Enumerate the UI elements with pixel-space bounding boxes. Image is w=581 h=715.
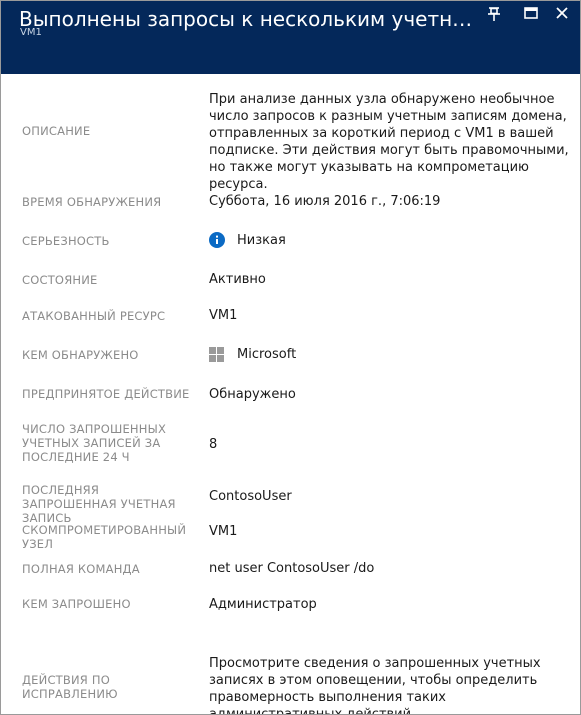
full-command-value: net user ContosoUser /do <box>209 561 375 576</box>
pin-button[interactable] <box>483 3 505 25</box>
action-taken-value: Обнаружено <box>209 387 296 402</box>
pin-icon <box>488 7 500 21</box>
maximize-button[interactable] <box>520 3 542 25</box>
full-command-label: ПОЛНАЯ КОМАНДА <box>22 562 140 576</box>
detection-time-label: ВРЕМЯ ОБНАРУЖЕНИЯ <box>22 195 162 209</box>
detection-time-value: Суббота, 16 июля 2016 г., 7:06:19 <box>209 194 441 209</box>
queried-accounts-count-label: ЧИСЛО ЗАПРОШЕННЫХ УЧЕТНЫХ ЗАПИСЕЙ ЗА ПОС… <box>22 422 167 464</box>
state-label: СОСТОЯНИЕ <box>22 273 98 287</box>
remediation-value: Просмотрите сведения о запрошенных учетн… <box>209 656 541 715</box>
close-icon <box>556 7 568 19</box>
blade-header: Выполнены запросы к нескольким учетным з… <box>1 1 580 74</box>
compromised-host-value: VM1 <box>209 524 238 539</box>
maximize-icon <box>524 7 538 19</box>
remediation-label: ДЕЙСТВИЯ ПО ИСПРАВЛЕНИЮ <box>22 673 118 701</box>
description-label: ОПИСАНИЕ <box>22 124 91 138</box>
action-taken-label: ПРЕДПРИНЯТОЕ ДЕЙСТВИЕ <box>22 387 190 401</box>
queried-accounts-count-value: 8 <box>209 437 218 452</box>
requested-by-value: Администратор <box>209 597 317 612</box>
detected-by-label: КЕМ ОБНАРУЖЕНО <box>22 348 139 362</box>
severity-label: СЕРЬЕЗНОСТЬ <box>22 234 110 248</box>
info-icon <box>209 232 225 248</box>
requested-by-label: КЕМ ЗАПРОШЕНО <box>22 597 131 611</box>
detected-by-value: Microsoft <box>237 347 297 362</box>
windows-logo-icon <box>209 347 224 362</box>
last-queried-account-value: ContosoUser <box>209 489 292 504</box>
state-value: Активно <box>209 272 266 287</box>
compromised-host-label: СКОМПРОМЕТИРОВАННЫЙ УЗЕЛ <box>22 523 187 551</box>
close-button[interactable] <box>551 3 573 25</box>
blade-subtitle: VM1 <box>20 27 42 38</box>
last-queried-account-label: ПОСЛЕДНЯЯ ЗАПРОШЕННАЯ УЧЕТНАЯ ЗАПИСЬ <box>22 483 176 525</box>
blade-title: Выполнены запросы к нескольким учетным з… <box>19 7 479 31</box>
alert-details-blade: Выполнены запросы к нескольким учетным з… <box>0 0 581 715</box>
description-value: При анализе данных узла обнаружено необы… <box>209 92 569 192</box>
attacked-resource-value: VM1 <box>209 308 238 323</box>
attacked-resource-label: АТАКОВАННЫЙ РЕСУРС <box>22 309 166 323</box>
severity-value: Низкая <box>237 233 286 248</box>
